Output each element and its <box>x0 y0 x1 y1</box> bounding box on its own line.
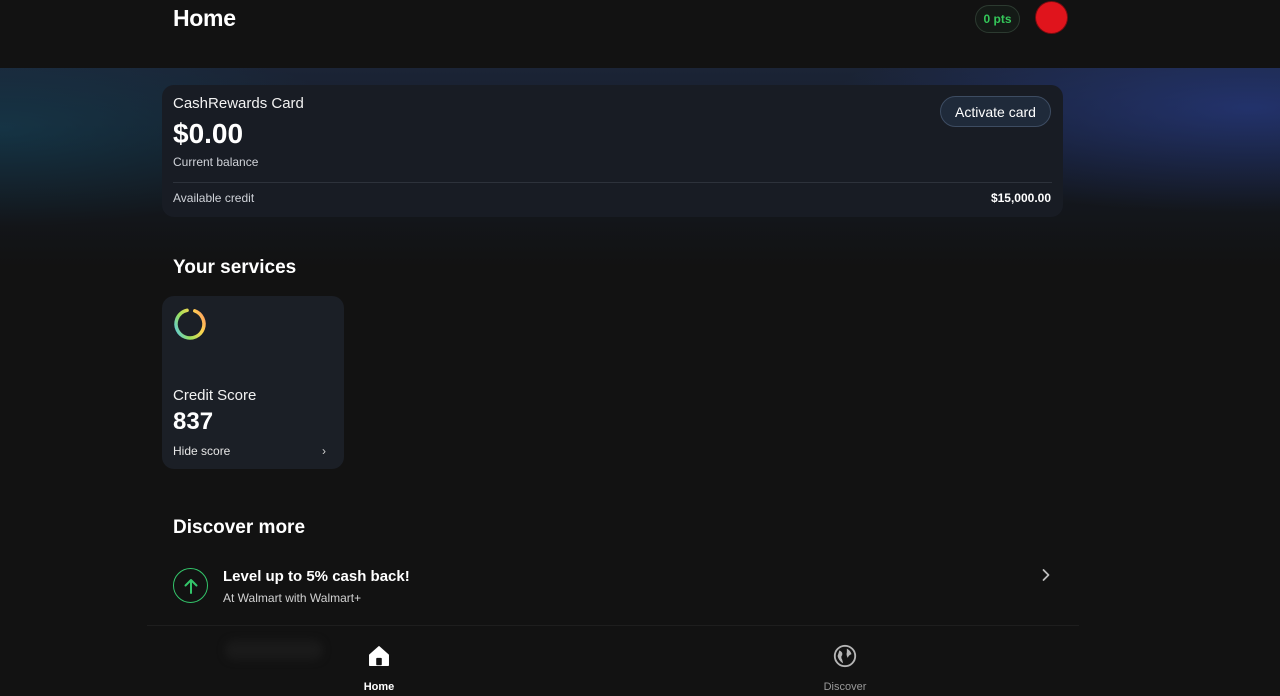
home-icon <box>369 646 389 666</box>
nav-item-discover[interactable]: Discover <box>805 643 885 693</box>
chevron-right-icon <box>1042 569 1050 581</box>
nav-label-discover: Discover <box>823 681 867 693</box>
card-divider <box>173 182 1052 183</box>
promo-subtitle: At Walmart with Walmart+ <box>223 591 362 605</box>
top-bar: Home 0 pts <box>0 0 1280 68</box>
activate-card-button[interactable]: Activate card <box>940 96 1051 127</box>
nav-label-home: Home <box>363 681 395 693</box>
card-name: CashRewards Card <box>173 95 304 112</box>
chevron-right-icon: › <box>322 444 326 458</box>
page-title: Home <box>173 5 236 31</box>
services-section-title: Your services <box>173 257 297 278</box>
avatar[interactable] <box>1036 2 1067 33</box>
current-balance-label: Current balance <box>173 155 259 169</box>
available-credit-label: Available credit <box>173 191 255 205</box>
points-badge[interactable]: 0 pts <box>975 5 1020 33</box>
discover-section-title: Discover more <box>173 517 306 538</box>
credit-score-value: 837 <box>173 408 214 435</box>
hide-score-link[interactable]: Hide score <box>173 444 230 458</box>
nav-item-home[interactable]: Home <box>339 643 419 693</box>
globe-icon <box>833 644 857 668</box>
available-credit-value: $15,000.00 <box>990 191 1051 205</box>
arrow-up-icon <box>173 568 208 603</box>
credit-score-label: Credit Score <box>173 387 257 404</box>
credit-score-ring-icon <box>174 308 206 340</box>
cash-back-promo[interactable]: Level up to 5% cash back! At Walmart wit… <box>162 560 1062 612</box>
current-balance-value: $0.00 <box>173 118 244 149</box>
blurred-placeholder <box>225 640 323 660</box>
credit-card-summary: CashRewards Card $0.00 Current balance A… <box>162 85 1063 217</box>
promo-title: Level up to 5% cash back! <box>223 568 410 585</box>
bottom-navigation: Home Discover <box>147 625 1079 696</box>
credit-score-tile[interactable]: Credit Score 837 Hide score › <box>162 296 344 469</box>
